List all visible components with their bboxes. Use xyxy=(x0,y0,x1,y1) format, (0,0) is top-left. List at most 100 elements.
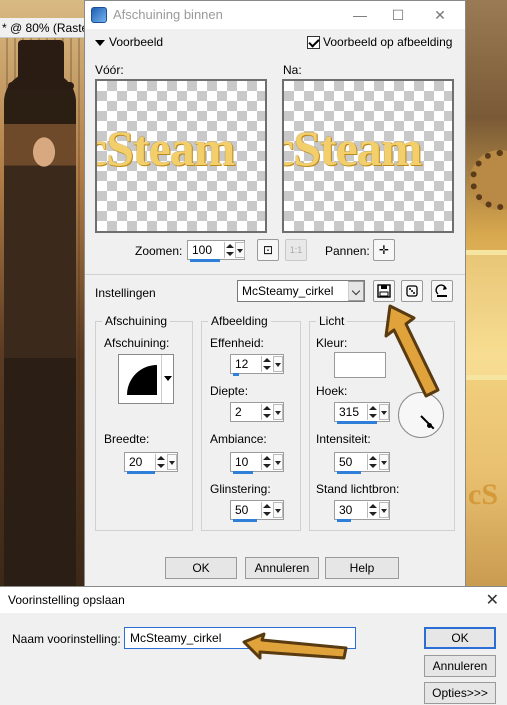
zoom-value: 100 xyxy=(192,243,213,257)
elevation-spinner[interactable]: 30 xyxy=(334,500,390,522)
after-label: Na: xyxy=(283,63,302,77)
angle-dial[interactable] xyxy=(398,392,444,438)
ambience-bar xyxy=(233,471,253,474)
pan-move-icon[interactable]: ✛ xyxy=(373,239,395,261)
elevation-label: Stand lichtbron: xyxy=(316,482,400,496)
ambience-spin-arrows[interactable] xyxy=(261,454,271,470)
angle-spinner[interactable]: 315 xyxy=(334,402,390,424)
shininess-label: Glinstering: xyxy=(210,482,271,496)
shininess-spinner[interactable]: 50 xyxy=(230,500,284,522)
save-preset-icon[interactable] xyxy=(373,280,395,302)
depth-spin-arrows[interactable] xyxy=(261,404,271,420)
light-color-swatch[interactable] xyxy=(334,352,386,378)
elevation-dropdown-arrow[interactable] xyxy=(379,502,389,518)
before-label: Vóór: xyxy=(95,63,124,77)
chevron-down-icon[interactable] xyxy=(348,281,364,301)
depth-spinner[interactable]: 2 xyxy=(230,402,284,422)
steampunk-figure-image xyxy=(4,72,76,592)
zoom-fit-icon[interactable]: ⊡ xyxy=(257,239,279,261)
bevel-shape-picker[interactable] xyxy=(118,354,174,404)
preview-art-after: cSteam xyxy=(282,120,422,176)
light-group-title: Licht xyxy=(316,314,348,328)
angle-spin-arrows[interactable] xyxy=(367,404,377,420)
intensity-spin-arrows[interactable] xyxy=(367,454,377,470)
zoom-label: Zoomen: xyxy=(135,244,183,258)
save-preset-title: Voorinstelling opslaan xyxy=(8,593,125,607)
caret-down-icon xyxy=(95,39,105,46)
save-preset-dialog: Voorinstelling opslaan ✕ Naam voorinstel… xyxy=(0,586,507,705)
ambience-label: Ambiance: xyxy=(210,432,267,446)
width-spin-arrows[interactable] xyxy=(155,454,165,470)
width-dropdown-arrow[interactable] xyxy=(167,454,177,470)
angle-dropdown-arrow[interactable] xyxy=(379,404,389,420)
elevation-bar xyxy=(337,519,351,522)
mc-text-image: cS xyxy=(468,478,498,511)
ambience-spinner[interactable]: 10 xyxy=(230,452,284,474)
reset-icon[interactable] xyxy=(431,280,453,302)
cancel-button[interactable]: Annuleren xyxy=(245,557,319,579)
before-preview[interactable]: cSteam xyxy=(95,79,267,233)
intensity-spinner[interactable]: 50 xyxy=(334,452,390,474)
bevel-group: Afschuining Afschuining: Breedte: 20 xyxy=(95,314,193,531)
ambience-value: 10 xyxy=(235,455,249,469)
settings-label: Instellingen xyxy=(95,286,156,300)
ok-button[interactable]: OK xyxy=(165,557,237,579)
app-icon xyxy=(91,7,107,23)
minimize-button[interactable]: — xyxy=(345,5,375,25)
maximize-button[interactable]: ☐ xyxy=(383,5,413,25)
smoothness-value: 12 xyxy=(235,357,249,371)
smoothness-spin-arrows[interactable] xyxy=(261,356,271,372)
save-cancel-button[interactable]: Annuleren xyxy=(424,655,496,677)
smoothness-bar xyxy=(233,373,239,376)
close-icon[interactable]: ✕ xyxy=(486,590,499,610)
save-ok-button[interactable]: OK xyxy=(424,627,496,649)
inner-bevel-dialog: Afschuining binnen — ☐ ✕ Voorbeeld Voorb… xyxy=(84,0,466,590)
intensity-bar xyxy=(337,471,361,474)
zoom-actual-size-icon: 1:1 xyxy=(285,239,307,261)
smoothness-spinner[interactable]: 12 xyxy=(230,354,284,376)
width-value: 20 xyxy=(129,455,143,469)
background-canvas-left: * @ 80% (Raste xyxy=(0,0,84,592)
ambience-dropdown-arrow[interactable] xyxy=(273,454,283,470)
dialog-title: Afschuining binnen xyxy=(113,7,223,22)
pan-label: Pannen: xyxy=(325,244,370,258)
preset-name-input[interactable]: McSteamy_cirkel xyxy=(124,627,356,649)
gear-image xyxy=(470,150,507,210)
angle-label: Hoek: xyxy=(316,384,348,398)
top-hat-image xyxy=(8,40,74,90)
elevation-value: 30 xyxy=(339,503,353,517)
depth-label: Diepte: xyxy=(210,384,249,398)
intensity-dropdown-arrow[interactable] xyxy=(379,454,389,470)
shininess-spin-arrows[interactable] xyxy=(261,502,271,518)
angle-bar xyxy=(337,421,377,424)
shininess-value: 50 xyxy=(235,503,249,517)
zoom-spin-arrows[interactable] xyxy=(224,242,234,258)
after-preview[interactable]: cSteam xyxy=(282,79,454,233)
close-button[interactable]: ✕ xyxy=(425,5,455,25)
bevel-shape-icon xyxy=(127,365,157,395)
checkbox-check-icon xyxy=(307,36,320,50)
elevation-spin-arrows[interactable] xyxy=(367,502,377,518)
zoom-spinner[interactable]: 100 xyxy=(187,240,245,262)
preview-on-image-label: Voorbeeld op afbeelding xyxy=(323,35,453,49)
frame-image xyxy=(460,250,507,380)
smoothness-label: Effenheid: xyxy=(210,336,264,350)
width-spinner[interactable]: 20 xyxy=(124,452,178,474)
smoothness-dropdown-arrow[interactable] xyxy=(273,356,283,372)
zoom-dropdown-arrow[interactable] xyxy=(235,242,245,258)
help-button[interactable]: Help xyxy=(325,557,399,579)
options-button[interactable]: Opties>>> xyxy=(424,682,496,704)
preview-section-toggle[interactable]: Voorbeeld xyxy=(95,35,163,49)
randomize-dice-icon[interactable] xyxy=(401,280,423,302)
document-tab[interactable]: * @ 80% (Raste xyxy=(0,18,84,38)
depth-value: 2 xyxy=(235,405,242,419)
preset-name-value: McSteamy_cirkel xyxy=(130,631,222,645)
bevel-dropdown-arrow[interactable] xyxy=(161,355,173,403)
shininess-dropdown-arrow[interactable] xyxy=(273,502,283,518)
preview-on-image-checkbox[interactable]: Voorbeeld op afbeelding xyxy=(307,35,453,50)
zoom-bar xyxy=(190,259,220,262)
save-preset-titlebar: Voorinstelling opslaan ✕ xyxy=(0,587,507,613)
depth-dropdown-arrow[interactable] xyxy=(273,404,283,420)
preset-combobox[interactable]: McSteamy_cirkel xyxy=(237,280,365,302)
divider xyxy=(85,274,465,275)
